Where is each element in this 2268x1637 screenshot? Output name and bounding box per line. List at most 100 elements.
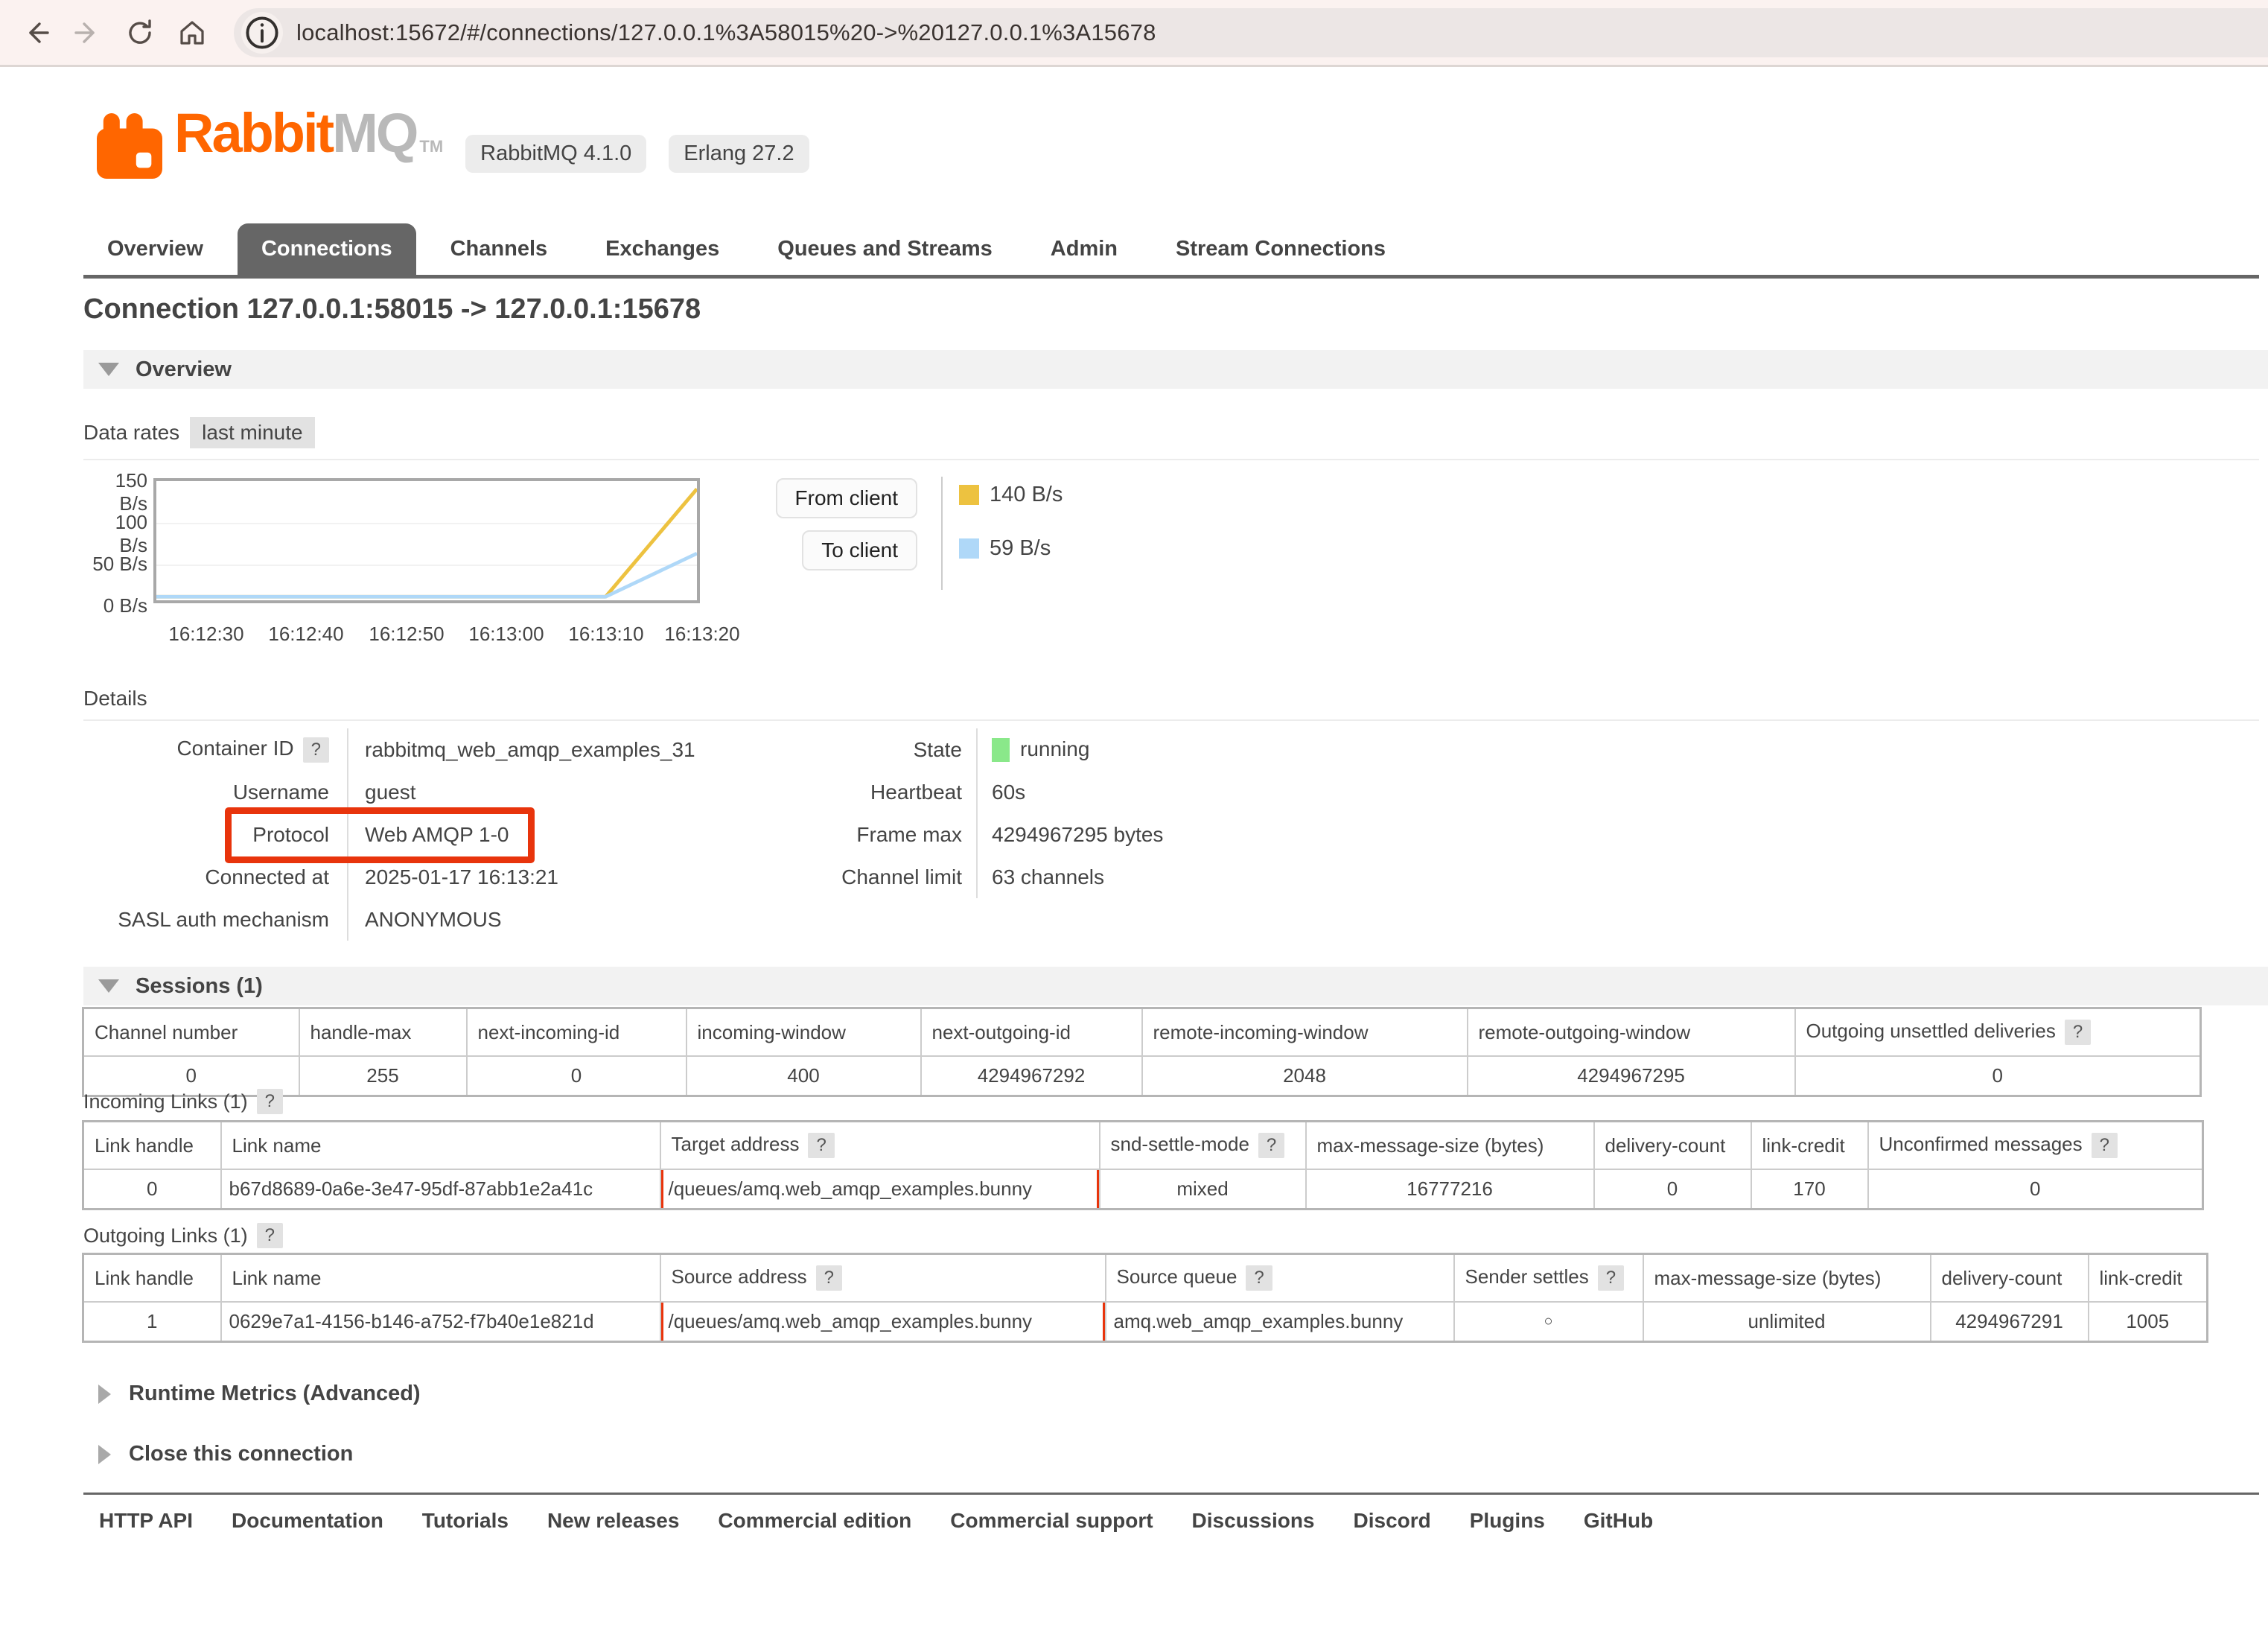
from-client-rate: 140 B/s (959, 483, 1063, 507)
overview-section-header[interactable]: Overview (83, 350, 2268, 389)
running-status-swatch (992, 738, 1010, 762)
tab-stream-connections[interactable]: Stream Connections (1152, 223, 1409, 275)
help-icon[interactable]: ? (2092, 1133, 2118, 1158)
to-client-line (156, 553, 697, 597)
footer-divider (83, 1493, 2259, 1495)
back-icon[interactable] (19, 16, 52, 49)
from-client-legend-button[interactable]: From client (776, 478, 917, 518)
to-client-rate: 59 B/s (959, 536, 1051, 561)
fact-row-connected-at: Connected at 2025-01-17 16:13:21 (83, 856, 724, 898)
incoming-links-header-row: Link handle Link name Target address? sn… (83, 1122, 2203, 1170)
tab-overview[interactable]: Overview (83, 223, 227, 275)
chevron-down-icon (98, 363, 119, 376)
help-icon[interactable]: ? (816, 1265, 842, 1291)
sessions-table: Channel number handle-max next-incoming-… (82, 1007, 2202, 1097)
y-tick: 100 B/s (83, 511, 147, 557)
chevron-right-icon (98, 1445, 111, 1464)
fact-row-container-id: Container ID? rabbitmq_web_amqp_examples… (83, 728, 724, 771)
to-client-swatch (959, 538, 979, 559)
data-rates-chart: 150 B/s 100 B/s 50 B/s 0 B/s 16:12:30 16… (83, 477, 1275, 663)
footer-link-documentation[interactable]: Documentation (232, 1509, 383, 1533)
footer-links: HTTP API Documentation Tutorials New rel… (99, 1509, 1653, 1533)
fact-row-protocol: Protocol Web AMQP 1-0 (83, 813, 724, 856)
help-icon[interactable]: ? (257, 1089, 283, 1114)
footer-link-discussions[interactable]: Discussions (1192, 1509, 1315, 1533)
rabbitmq-logo-text[interactable]: RabbitMQTM (174, 101, 443, 179)
close-connection-section-header[interactable]: Close this connection (83, 1442, 353, 1466)
outgoing-links-data-row: 1 0629e7a1-4156-b146-a752-f7b40e1e821d /… (83, 1302, 2208, 1342)
forward-icon[interactable] (71, 16, 104, 49)
chevron-down-icon (98, 979, 119, 993)
incoming-links-data-row: 0 b67d8689-0a6e-3e47-95df-87abb1e2a41c /… (83, 1169, 2203, 1210)
footer-link-http-api[interactable]: HTTP API (99, 1509, 193, 1533)
footer-link-new-releases[interactable]: New releases (547, 1509, 679, 1533)
site-info-icon[interactable] (241, 12, 283, 54)
data-rates-heading: Data rates last minute (83, 417, 2259, 460)
fact-row-frame-max: Frame max 4294967295 bytes (739, 813, 1260, 856)
incoming-links-heading: Incoming Links (1)? (83, 1089, 283, 1114)
data-rates-label: Data rates (83, 421, 179, 445)
incoming-links-table: Link handle Link name Target address? sn… (82, 1120, 2204, 1210)
chart-series-svg (156, 481, 697, 600)
sessions-section-header[interactable]: Sessions (1) (83, 967, 2268, 1005)
details-left-table: Container ID? rabbitmq_web_amqp_examples… (83, 728, 724, 941)
outgoing-links-heading: Outgoing Links (1)? (83, 1223, 283, 1248)
fact-row-sasl: SASL auth mechanism ANONYMOUS (83, 898, 724, 941)
help-icon[interactable]: ? (303, 737, 329, 763)
footer-link-tutorials[interactable]: Tutorials (422, 1509, 509, 1533)
legend-divider (941, 477, 943, 590)
help-icon[interactable]: ? (257, 1223, 283, 1248)
main-nav-tabs: Overview Connections Channels Exchanges … (83, 223, 2259, 279)
url-bar[interactable]: localhost:15672/#/connections/127.0.0.1%… (234, 8, 2268, 57)
sessions-header-row: Channel number handle-max next-incoming-… (83, 1008, 2201, 1057)
tab-connections[interactable]: Connections (238, 223, 416, 275)
url-text[interactable]: localhost:15672/#/connections/127.0.0.1%… (296, 19, 1156, 46)
y-tick: 150 B/s (83, 469, 147, 515)
runtime-metrics-section-header[interactable]: Runtime Metrics (Advanced) (83, 1382, 421, 1406)
tab-exchanges[interactable]: Exchanges (582, 223, 743, 275)
footer-link-discord[interactable]: Discord (1354, 1509, 1431, 1533)
fact-row-state: State running (739, 728, 1260, 771)
rabbitmq-version-badge: RabbitMQ 4.1.0 (465, 135, 646, 173)
browser-toolbar: localhost:15672/#/connections/127.0.0.1%… (0, 0, 2268, 67)
help-icon[interactable]: ? (1246, 1265, 1272, 1291)
help-icon[interactable]: ? (808, 1133, 834, 1158)
x-tick: 16:13:20 (650, 623, 754, 646)
erlang-version-badge: Erlang 27.2 (669, 135, 809, 173)
outgoing-links-table: Link handle Link name Source address? So… (82, 1253, 2208, 1343)
rate-mode-chip[interactable]: last minute (190, 417, 314, 448)
footer-link-github[interactable]: GitHub (1584, 1509, 1653, 1533)
fact-row-heartbeat: Heartbeat 60s (739, 771, 1260, 813)
details-heading: Details (83, 687, 2259, 721)
app-header: RabbitMQTM RabbitMQ 4.1.0 Erlang 27.2 (92, 104, 809, 179)
tab-admin[interactable]: Admin (1027, 223, 1141, 275)
help-icon[interactable]: ? (1258, 1133, 1284, 1158)
x-tick: 16:13:10 (554, 623, 658, 646)
to-client-legend-button[interactable]: To client (802, 530, 917, 570)
chevron-right-icon (98, 1385, 111, 1404)
sessions-section-label: Sessions (1) (136, 974, 263, 999)
fact-row-username: Username guest (83, 771, 724, 813)
page-title: Connection 127.0.0.1:58015 -> 127.0.0.1:… (83, 293, 701, 325)
outgoing-links-header-row: Link handle Link name Source address? So… (83, 1254, 2208, 1303)
from-client-swatch (959, 485, 979, 505)
details-right-table: State running Heartbeat 60s Frame max 42… (739, 728, 1260, 898)
tab-channels[interactable]: Channels (427, 223, 572, 275)
x-tick: 16:13:00 (454, 623, 558, 646)
y-tick: 50 B/s (83, 553, 147, 576)
rabbitmq-logo-icon (92, 113, 167, 179)
footer-link-plugins[interactable]: Plugins (1470, 1509, 1545, 1533)
fact-row-channel-limit: Channel limit 63 channels (739, 856, 1260, 898)
footer-link-commercial-support[interactable]: Commercial support (950, 1509, 1153, 1533)
reload-icon[interactable] (124, 16, 156, 49)
tab-queues-and-streams[interactable]: Queues and Streams (754, 223, 1016, 275)
home-icon[interactable] (176, 16, 208, 49)
rabbitmq-connection-page: localhost:15672/#/connections/127.0.0.1%… (0, 0, 2268, 1637)
help-icon[interactable]: ? (2065, 1020, 2091, 1045)
from-client-line (156, 489, 697, 597)
chart-plot-area (153, 478, 700, 603)
overview-section-label: Overview (136, 357, 232, 382)
footer-link-commercial-edition[interactable]: Commercial edition (718, 1509, 911, 1533)
y-tick: 0 B/s (83, 594, 147, 617)
help-icon[interactable]: ? (1598, 1265, 1624, 1291)
